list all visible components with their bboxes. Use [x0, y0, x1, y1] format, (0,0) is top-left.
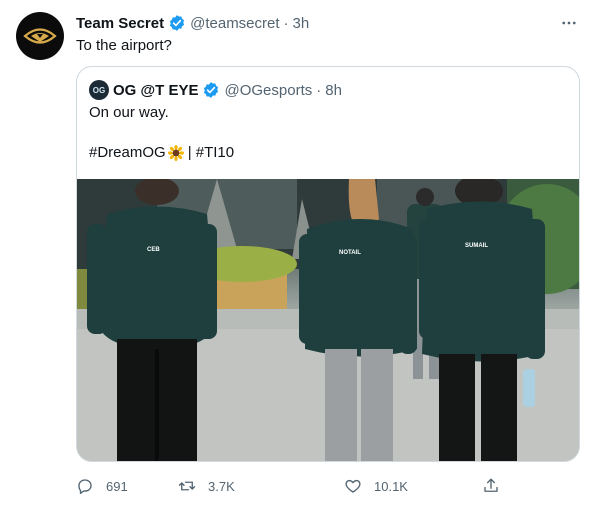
quote-text: On our way.	[89, 104, 169, 121]
separator-dot: ·	[316, 81, 322, 99]
like-count: 10.1K	[374, 478, 408, 494]
quote-author-handle: @OGesports	[224, 81, 313, 99]
reply-icon	[78, 479, 92, 495]
avatar[interactable]	[16, 12, 64, 60]
tweet-time[interactable]: 3h	[293, 15, 310, 32]
quoted-tweet[interactable]: OG OG @T EYE @OGesports · 8h On our way.…	[76, 66, 580, 462]
retweet-icon	[178, 481, 196, 491]
reply-button[interactable]: 691	[76, 474, 128, 498]
team-secret-logo	[23, 28, 57, 44]
tweet-header: Team Secret @teamsecret · 3h	[76, 12, 582, 34]
action-bar: 691 3.7K 10.1K	[76, 474, 516, 498]
like-icon	[345, 479, 361, 493]
share-button[interactable]	[482, 474, 512, 498]
jacket-label-notail: NOTAIL	[339, 250, 361, 256]
jacket-label-sumail: SUMAIL	[465, 243, 488, 249]
quote-time: 8h	[325, 81, 342, 99]
tweet-photo[interactable]: CEB NOTAIL SUMAIL	[77, 179, 579, 461]
like-button[interactable]: 10.1K	[344, 474, 408, 498]
jacket-label-ceb: CEB	[147, 247, 160, 253]
verified-badge-icon	[168, 14, 186, 32]
share-icon	[484, 478, 498, 492]
retweet-button[interactable]: 3.7K	[178, 474, 235, 498]
author-handle[interactable]: @teamsecret	[190, 15, 279, 32]
author-name[interactable]: Team Secret	[76, 15, 164, 32]
more-options-icon[interactable]	[556, 12, 582, 34]
separator-dot: ·	[283, 14, 289, 32]
retweet-count: 3.7K	[208, 478, 235, 494]
quote-author-name: OG @T EYE	[113, 81, 199, 99]
quote-hashtags: #DreamOG | #TI10	[89, 143, 234, 163]
reply-count: 691	[106, 478, 128, 494]
quote-header: OG OG @T EYE @OGesports · 8h	[89, 79, 342, 101]
sunflower-emoji	[167, 145, 184, 161]
quote-avatar: OG	[89, 80, 109, 100]
hashtag-ti10[interactable]: | #TI10	[188, 143, 234, 163]
verified-badge-icon	[202, 81, 220, 99]
hashtag-dreamog[interactable]: #DreamOG	[89, 143, 166, 163]
tweet-text: To the airport?	[76, 37, 172, 54]
photo-scene: CEB NOTAIL SUMAIL	[77, 179, 579, 461]
